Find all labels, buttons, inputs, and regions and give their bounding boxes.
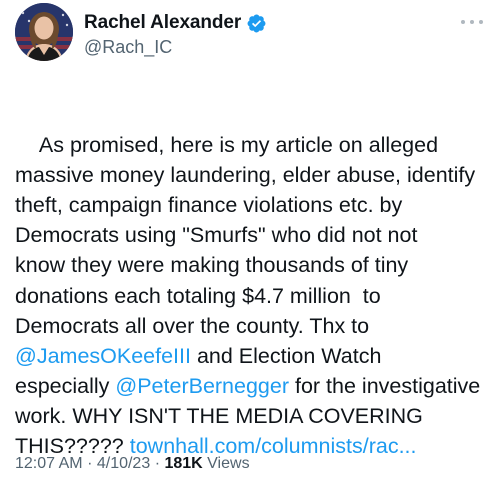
tweet-meta: 12:07 AM · 4/10/23 · 181K Views: [15, 455, 250, 473]
display-name[interactable]: Rachel Alexander: [84, 12, 241, 34]
verified-badge-icon[interactable]: [246, 13, 267, 34]
author-name-row: Rachel Alexander: [84, 11, 267, 35]
tweet-date[interactable]: 4/10/23: [97, 455, 150, 472]
avatar[interactable]: [15, 3, 73, 61]
meta-separator: ·: [154, 455, 161, 472]
mention-link-peterbernegger[interactable]: @PeterBernegger: [115, 374, 289, 398]
tweet-time[interactable]: 12:07 AM: [15, 455, 83, 472]
more-dot: [461, 20, 465, 24]
tweet-card: Rachel Alexander @Rach_IC As promised, h…: [0, 0, 500, 479]
meta-separator: ·: [87, 455, 93, 472]
tweet-text-segment: As promised, here is my article on alleg…: [15, 133, 476, 338]
more-dot: [470, 20, 474, 24]
more-dot: [479, 20, 483, 24]
author-handle[interactable]: @Rach_IC: [84, 37, 172, 58]
views-count[interactable]: 181K: [164, 455, 202, 472]
tweet-text: As promised, here is my article on alleg…: [15, 100, 493, 479]
more-horizontal-icon[interactable]: [458, 12, 486, 32]
mention-link-jamesokeefeiii[interactable]: @JamesOKeefeIII: [15, 344, 191, 368]
views-label: Views: [207, 455, 250, 472]
avatar-image: [15, 3, 73, 61]
